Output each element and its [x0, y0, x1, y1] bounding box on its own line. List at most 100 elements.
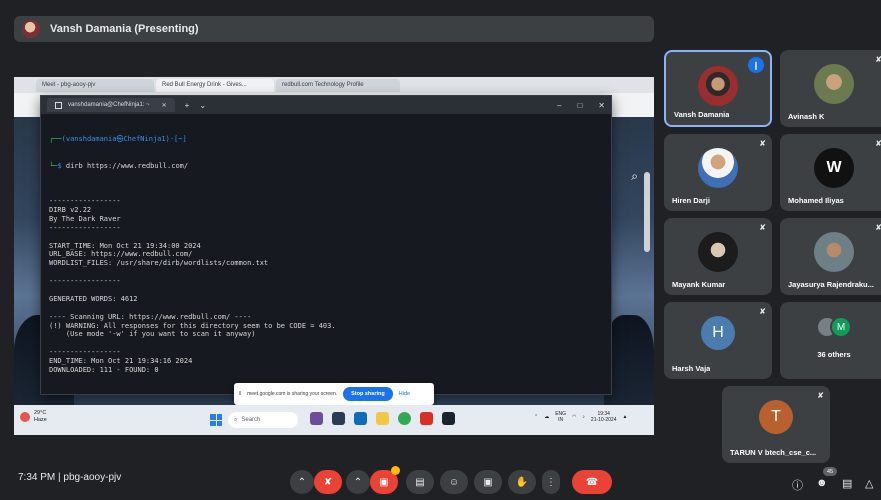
browser-tab-strip: Meet - pbg-aooy-pjv Red Bull Energy Drin…	[14, 77, 654, 93]
avatar	[814, 64, 854, 104]
info-icon[interactable]: ⓘ	[792, 477, 803, 493]
captions-icon: ▤	[415, 476, 425, 488]
more-options-button[interactable]: ⋮	[542, 470, 560, 494]
search-icon[interactable]: ⌕	[631, 169, 638, 184]
avatar	[698, 232, 738, 272]
weather-widget[interactable]: 29°C Haze	[20, 410, 47, 424]
close-icon[interactable]: ✕	[598, 101, 605, 110]
minimize-icon[interactable]: –	[557, 101, 561, 110]
camera-off-icon: ▣	[379, 476, 389, 488]
windows-start-icon[interactable]	[210, 414, 222, 426]
language-indicator[interactable]: ENG IN	[555, 411, 566, 423]
bell-icon[interactable]: ▲	[623, 414, 628, 420]
chat-icon[interactable]: ▤	[842, 477, 852, 490]
raise-hand-button[interactable]: ✋	[508, 470, 536, 494]
participant-name: Harsh Vaja	[672, 364, 711, 373]
captions-button[interactable]: ▤	[406, 470, 434, 494]
phone-end-icon: ☎	[585, 476, 599, 488]
participant-name: Mayank Kumar	[672, 280, 726, 289]
activities-icon[interactable]: △	[865, 477, 873, 490]
terminal-tab-title: vanshdamania@ChefNinja1: ~	[68, 102, 150, 108]
clock[interactable]: 19:34 21-10-2024	[591, 411, 617, 423]
terminal-line: GENERATED WORDS: 4612	[49, 294, 138, 303]
mic-off-icon: ✘	[323, 476, 333, 488]
chevron-up-icon[interactable]: ⌃	[534, 414, 538, 420]
browser-tab[interactable]: redbull.com Technology Profile	[276, 79, 400, 92]
terminal-line: -----------------	[49, 348, 121, 357]
terminal-window: vanshdamania@ChefNinja1: ~ ✕ + ⌄ – □ ✕ ┌…	[40, 95, 612, 427]
weather-icon	[20, 412, 30, 422]
camera-options-button[interactable]: ⌃	[346, 470, 370, 494]
present-icon: ▣	[483, 476, 493, 488]
command-text: dirb https://www.redbull.com/	[65, 161, 189, 170]
folder-icon[interactable]	[376, 412, 389, 425]
mic-toggle-button[interactable]: ✘	[314, 470, 342, 494]
presenter-label: Vansh Damania (Presenting)	[50, 23, 199, 35]
app-icon[interactable]	[332, 412, 345, 425]
participant-tile[interactable]: ❙ Vansh Damania	[664, 50, 772, 127]
system-tray: ⌃ ☁ ENG IN ◠ ♪ 19:34 21-10-2024 ▲	[534, 411, 627, 423]
mic-off-icon: ✘	[875, 55, 881, 64]
participant-tile[interactable]: ✘ Avinash K	[780, 50, 881, 127]
participant-tile[interactable]: T ✘ TARUN V btech_cse_c...	[722, 386, 830, 463]
terminal-tab[interactable]: vanshdamania@ChefNinja1: ~ ✕	[47, 98, 175, 112]
terminal-line: DIRB v2.22	[49, 206, 92, 214]
participant-tile[interactable]: ✘ Mayank Kumar	[664, 218, 772, 295]
camera-toggle-button[interactable]: ▣	[370, 466, 400, 494]
terminal-line: URL_BASE: https://www.redbull.com/	[49, 250, 193, 259]
participant-tile[interactable]: ✘ Jayasurya Rajendraku...	[780, 218, 881, 295]
hide-link[interactable]: Hide	[399, 391, 410, 397]
windows-taskbar: 29°C Haze ⌕ Search ⌃ ☁ ENG IN ◠ ♪ 19:34 …	[14, 405, 654, 435]
taskbar-apps	[310, 412, 455, 425]
participant-name: Avinash K	[788, 112, 825, 121]
volume-icon[interactable]: ♪	[582, 414, 585, 420]
browser-tab[interactable]: Red Bull Energy Drink - Gives...	[156, 79, 274, 92]
people-icon[interactable]: ☻	[816, 477, 828, 489]
participant-tile[interactable]: H ✘ Harsh Vaja	[664, 302, 772, 379]
chrome-icon[interactable]	[398, 412, 411, 425]
terminal-line: ---- Scanning URL: https://www.redbull.c…	[49, 312, 252, 321]
participant-name: Vansh Damania	[674, 110, 730, 119]
speaking-icon: ❙	[748, 57, 764, 73]
close-icon[interactable]: ✕	[162, 102, 167, 109]
avatar	[814, 232, 854, 272]
browser-tab[interactable]: Meet - pbg-aooy-pjv	[36, 79, 154, 92]
avatar	[22, 20, 40, 38]
app-icon[interactable]	[310, 412, 323, 425]
mic-options-button[interactable]: ⌃	[290, 470, 314, 494]
scrollbar[interactable]	[644, 172, 650, 252]
participant-tile[interactable]: ✘ Hiren Darji	[664, 134, 772, 211]
others-tile[interactable]: M 36 others	[780, 302, 881, 379]
edge-icon[interactable]	[354, 412, 367, 425]
taskbar-search[interactable]: ⌕ Search	[228, 412, 298, 428]
present-button[interactable]: ▣	[474, 470, 502, 494]
terminal-titlebar: vanshdamania@ChefNinja1: ~ ✕ + ⌄ – □ ✕	[41, 96, 611, 114]
taskbar-search-label: Search	[241, 417, 261, 423]
chevron-down-icon[interactable]: ⌄	[199, 101, 206, 110]
others-avatars: M	[816, 316, 852, 338]
terminal-line: -----------------	[49, 223, 121, 232]
cloud-icon[interactable]: ☁	[544, 414, 549, 420]
participant-count-badge: 45	[823, 467, 837, 476]
avatar: T	[759, 400, 793, 434]
chevron-up-icon: ⌃	[297, 476, 307, 488]
emoji-button[interactable]: ☺	[440, 470, 468, 494]
participant-name: Hiren Darji	[672, 196, 710, 205]
terminal-icon[interactable]	[442, 412, 455, 425]
wifi-icon[interactable]: ◠	[572, 414, 576, 420]
stop-sharing-button[interactable]: Stop sharing	[343, 387, 393, 401]
notification-dot	[391, 466, 400, 475]
app-icon[interactable]	[420, 412, 433, 425]
leave-call-button[interactable]: ☎	[572, 470, 612, 494]
new-tab-icon[interactable]: +	[185, 101, 190, 110]
participant-name: Mohamed Iliyas	[788, 196, 844, 205]
participant-tile[interactable]: W ✘ Mohamed Iliyas	[780, 134, 881, 211]
avatar	[698, 148, 738, 188]
hand-icon: ✋	[515, 476, 529, 488]
maximize-icon[interactable]: □	[577, 101, 582, 110]
search-icon: ⌕	[234, 416, 238, 423]
avatar: M	[830, 316, 852, 338]
